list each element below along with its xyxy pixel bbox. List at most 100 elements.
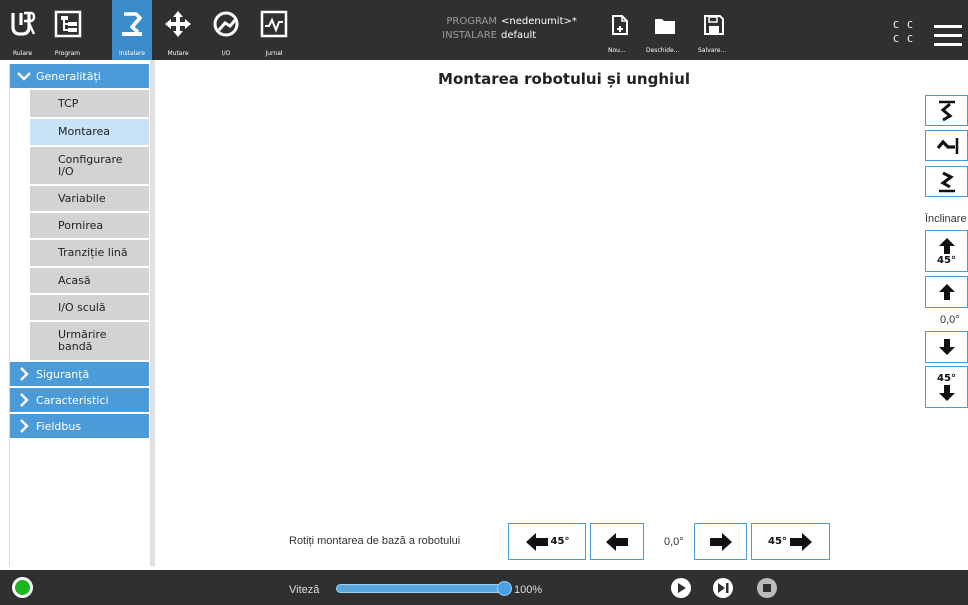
nav-log-tab[interactable]: Jurnal [254, 0, 294, 60]
controller-status: C C C C [893, 19, 914, 47]
new-file-button[interactable]: Nou... [604, 0, 636, 60]
sidebar-group-features[interactable]: Caracteristici [10, 388, 149, 412]
save-disk-icon [704, 15, 724, 35]
sidebar-item-label: I/O sculă [58, 300, 106, 314]
play-icon [678, 583, 686, 593]
move-arrows-icon [165, 11, 191, 37]
open-file-button[interactable]: Deschide... [642, 0, 692, 60]
tilt-down-step-label: 45° [937, 372, 956, 384]
sidebar-item-tcp[interactable]: TCP [30, 90, 149, 119]
sidebar-item-smooth-transition[interactable]: Tranziție lină [30, 240, 149, 268]
chevron-right-icon [20, 367, 29, 381]
speed-label: Viteză [289, 584, 320, 596]
chevron-right-icon [20, 419, 29, 433]
robot-mount-floor-icon [938, 171, 955, 192]
arrow-up-icon [938, 284, 955, 300]
sidebar-item-label: Tranziție lină [58, 246, 128, 259]
rotate-left-step-label: 45° [550, 536, 570, 547]
view-floor-button[interactable] [925, 166, 968, 197]
robot-mount-top-icon [938, 100, 955, 121]
tilt-down-45-button[interactable]: 45° [925, 366, 968, 408]
nav-run-tab[interactable]: Rulare [0, 0, 45, 60]
io-icon [213, 11, 239, 37]
sidebar-group-general-label: Generalități [36, 69, 101, 83]
open-file-label: Deschide... [646, 47, 680, 54]
nav-program-tab[interactable]: Program [45, 0, 90, 60]
rotate-label: Rotiți montarea de bază a robotului [289, 535, 461, 547]
bottom-bar: Viteză 100% [0, 570, 968, 605]
log-chart-icon [260, 10, 288, 38]
sidebar-item-label: Urmărire bandă [58, 328, 107, 353]
rotate-value: 0,0° [664, 536, 684, 548]
sidebar-group-fieldbus[interactable]: Fieldbus [10, 414, 149, 438]
arrow-right-icon [709, 532, 732, 551]
arrow-right-icon [789, 532, 812, 551]
sidebar-item-startup[interactable]: Pornirea [30, 213, 149, 240]
sidebar-item-variables[interactable]: Variabile [30, 186, 149, 213]
robot-status-button[interactable] [12, 577, 33, 598]
nav-installation-label: Instalare [118, 50, 146, 57]
speed-slider-track[interactable] [336, 584, 507, 593]
installation-value: default [501, 30, 537, 41]
sidebar-group-label: Fieldbus [36, 419, 82, 433]
ur-logo-icon [10, 11, 35, 36]
new-file-label: Nou... [608, 47, 626, 54]
tilt-up-step-label: 45° [937, 254, 956, 266]
sidebar-item-label: TCP [58, 96, 79, 110]
hamburger-menu-icon[interactable] [934, 25, 962, 47]
chevron-down-icon [17, 72, 31, 81]
tilt-label: Înclinare [925, 213, 967, 225]
tilt-up-button[interactable] [925, 276, 968, 308]
sidebar-item-io-setup[interactable]: Configurare I/O [30, 147, 149, 186]
arrow-left-icon [525, 532, 548, 551]
nav-program-label: Program [54, 50, 81, 57]
nav-run-label: Rulare [12, 50, 33, 57]
nav-move-label: Mutare [167, 50, 189, 57]
rotate-right-button[interactable] [694, 523, 747, 560]
tilt-value: 0,0° [940, 314, 960, 326]
program-icon [54, 10, 81, 38]
rotate-left-button[interactable] [590, 523, 644, 560]
nav-move-tab[interactable]: Mutare [158, 0, 198, 60]
sidebar-divider [150, 60, 155, 566]
sidebar-item-tool-io[interactable]: I/O sculă [30, 295, 149, 322]
nav-log-label: Jurnal [265, 50, 283, 57]
arrow-down-icon [938, 339, 955, 355]
view-side-button[interactable] [925, 130, 968, 161]
rotate-right-step-label: 45° [768, 536, 787, 547]
arrow-down-icon [938, 384, 955, 401]
sidebar-item-mounting[interactable]: Montarea [30, 119, 149, 147]
sidebar-item-label: Pornirea [58, 218, 104, 232]
status-line-2: C C [893, 34, 915, 45]
sidebar-group-safety[interactable]: Siguranță [10, 362, 149, 386]
step-button[interactable] [713, 578, 733, 598]
save-file-button[interactable]: Salvare... [695, 0, 735, 60]
sidebar-item-conveyor-tracking[interactable]: Urmărire bandă [30, 322, 149, 362]
chevron-right-icon [20, 393, 29, 407]
arrow-left-icon [606, 532, 628, 551]
sidebar-item-label: Configurare I/O [58, 152, 123, 178]
step-forward-icon [718, 583, 729, 593]
nav-io-tab[interactable]: I/O [206, 0, 246, 60]
rotate-left-45-button[interactable]: 45° [508, 523, 586, 560]
new-file-icon [612, 15, 628, 35]
tilt-up-45-button[interactable]: 45° [925, 230, 968, 272]
sidebar-item-label: Acasă [58, 273, 91, 287]
sidebar-group-label: Siguranță [36, 367, 90, 381]
status-indicator-icon [15, 580, 30, 595]
sidebar-group-label: Caracteristici [36, 393, 109, 407]
speed-slider-handle[interactable] [497, 581, 512, 596]
stop-icon [763, 584, 771, 592]
rotate-right-45-button[interactable]: 45° [751, 523, 830, 560]
nav-installation-tab[interactable]: Instalare [112, 0, 152, 60]
program-info: PROGRAM <nedenumit>* INSTALARE default [441, 15, 577, 43]
program-key: PROGRAM [446, 16, 497, 27]
sidebar-item-home[interactable]: Acasă [30, 268, 149, 295]
play-button[interactable] [671, 578, 691, 598]
tilt-down-button[interactable] [925, 331, 968, 363]
stop-button[interactable] [757, 578, 777, 598]
page-title: Montarea robotului și unghiul [438, 70, 690, 88]
view-top-button[interactable] [925, 95, 968, 126]
sidebar-group-general[interactable]: Generalități [10, 64, 149, 88]
sidebar-item-label: Montarea [58, 125, 111, 138]
